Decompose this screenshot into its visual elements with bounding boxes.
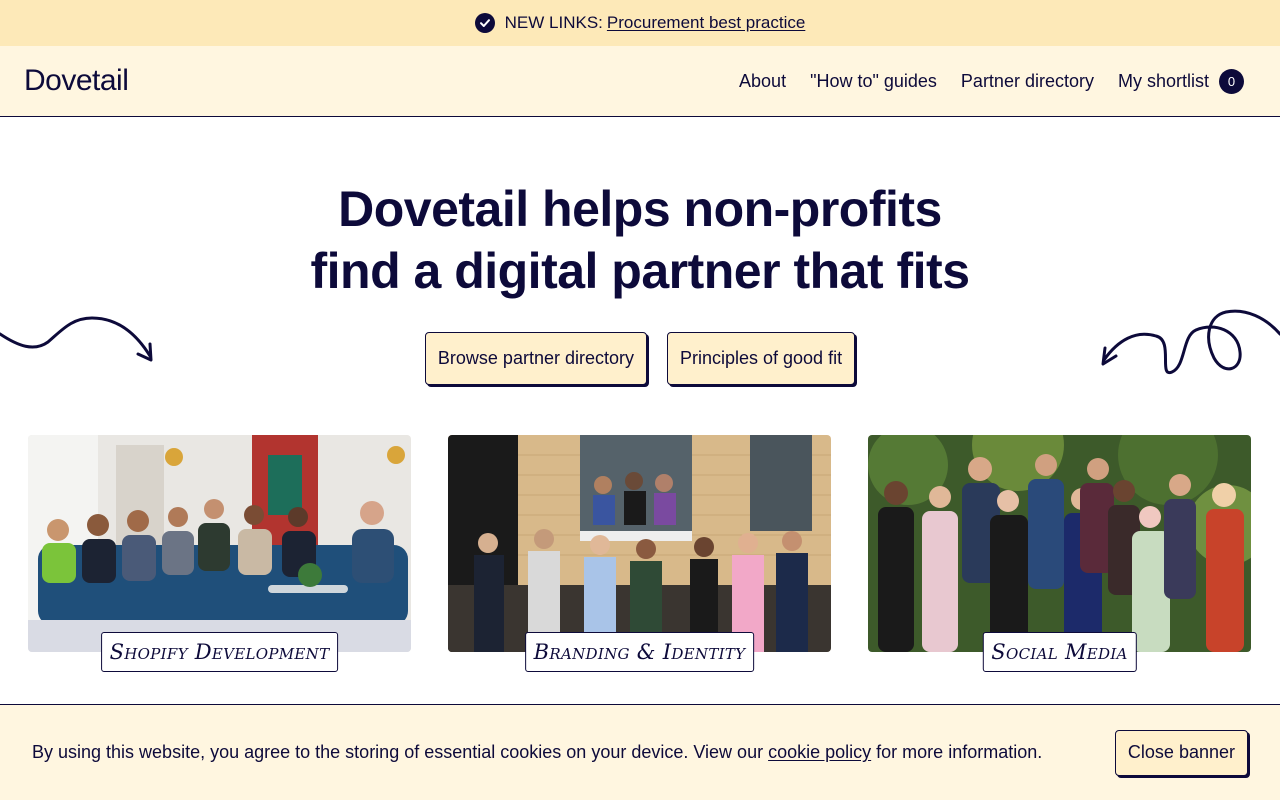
category-label: Branding & Identity — [524, 632, 755, 672]
nav-about[interactable]: About — [739, 71, 786, 92]
principles-of-good-fit-button[interactable]: Principles of good fit — [666, 332, 856, 385]
category-cards: Shopify Development Branding & Identity … — [28, 435, 1252, 672]
site-header: Dovetail About "How to" guides Partner d… — [0, 46, 1280, 117]
cookie-text-before: By using this website, you agree to the … — [32, 742, 764, 762]
cookie-message: By using this website, you agree to the … — [32, 742, 1042, 763]
hero-title-line-1: Dovetail helps non-profits — [338, 181, 942, 237]
hero-title: Dovetail helps non-profits find a digita… — [0, 178, 1280, 302]
announcement-bar: NEW LINKS: Procurement best practice — [0, 0, 1280, 46]
team-photo — [28, 435, 411, 652]
hero-ctas: Browse partner directory Principles of g… — [0, 332, 1280, 385]
nav-how-to-guides[interactable]: "How to" guides — [810, 71, 937, 92]
cookie-text-after: for more information. — [876, 742, 1043, 762]
main-nav: About "How to" guides Partner directory … — [739, 68, 1256, 94]
announcement-prefix: NEW LINKS: — [504, 13, 603, 32]
nav-partner-directory[interactable]: Partner directory — [961, 71, 1094, 92]
shortlist-label: My shortlist — [1117, 70, 1209, 91]
browse-partner-directory-button[interactable]: Browse partner directory — [424, 332, 647, 385]
shortlist-count-badge: 0 — [1219, 68, 1244, 94]
category-label: Social Media — [982, 632, 1137, 672]
category-label: Shopify Development — [100, 632, 339, 672]
hero-title-line-2: find a digital partner that fits — [310, 243, 970, 299]
logo[interactable]: Dovetail — [24, 64, 129, 98]
procurement-link[interactable]: Procurement best practice — [607, 13, 805, 33]
cookie-policy-link[interactable]: cookie policy — [768, 742, 871, 762]
cookie-banner: By using this website, you agree to the … — [0, 704, 1280, 800]
category-card-shopify[interactable]: Shopify Development — [28, 435, 411, 672]
category-card-social-media[interactable]: Social Media — [868, 435, 1251, 672]
team-photo — [868, 435, 1251, 652]
nav-my-shortlist[interactable]: My shortlist 0 — [1117, 68, 1244, 94]
check-circle-icon — [474, 13, 495, 33]
close-banner-button[interactable]: Close banner — [1114, 729, 1248, 776]
team-photo — [448, 435, 831, 652]
category-card-branding[interactable]: Branding & Identity — [448, 435, 831, 672]
